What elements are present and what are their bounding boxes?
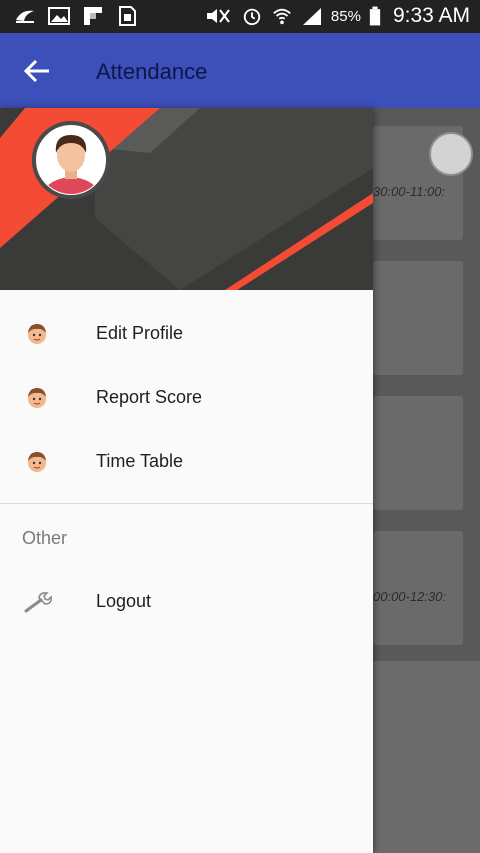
card-time: 00:00-12:30: bbox=[373, 589, 447, 604]
schedule-card bbox=[373, 396, 463, 510]
wifi-icon bbox=[273, 8, 291, 25]
status-time: 9:33 AM bbox=[392, 4, 470, 27]
toggle-switch[interactable] bbox=[429, 132, 473, 176]
bird-icon bbox=[16, 10, 34, 23]
status-bar: 85% 9:33 AM bbox=[0, 0, 480, 33]
drawer-header bbox=[0, 108, 373, 290]
schedule-card: 00:00-12:30: bbox=[373, 531, 463, 645]
drawer-item-label: Time Table bbox=[96, 451, 184, 471]
boy-face-icon bbox=[28, 324, 46, 344]
drawer-item-logout[interactable]: Logout bbox=[0, 569, 373, 633]
flipboard-icon bbox=[84, 7, 102, 25]
drawer-item-edit-profile[interactable]: Edit Profile bbox=[0, 301, 373, 365]
avatar[interactable] bbox=[32, 121, 110, 199]
app-bar: Attendance bbox=[0, 33, 480, 108]
drawer-item-label: Edit Profile bbox=[96, 323, 184, 343]
wrench-icon bbox=[24, 592, 52, 613]
user-avatar-icon bbox=[32, 121, 110, 199]
mute-icon bbox=[206, 9, 230, 23]
drawer-item-label: Report Score bbox=[96, 387, 203, 407]
battery-percent: 85% bbox=[330, 7, 361, 25]
navigation-drawer: Edit Profile Report Score Time Table Oth… bbox=[0, 108, 373, 853]
battery-icon bbox=[369, 6, 381, 26]
boy-face-icon bbox=[28, 452, 46, 472]
signal-icon bbox=[302, 8, 321, 25]
page-title: Attendance bbox=[96, 59, 208, 84]
card-time: 30:00-11:00: bbox=[373, 184, 446, 199]
drawer-item-time-table[interactable]: Time Table bbox=[0, 429, 373, 493]
alarm-icon bbox=[243, 8, 261, 26]
background-lower bbox=[373, 661, 480, 853]
drawer-item-label: Logout bbox=[96, 591, 152, 611]
boy-face-icon bbox=[28, 388, 46, 408]
drawer-divider bbox=[0, 503, 373, 504]
arrow-back-icon[interactable] bbox=[20, 55, 54, 87]
drawer-item-report-score[interactable]: Report Score bbox=[0, 365, 373, 429]
image-icon bbox=[48, 7, 70, 25]
drawer-subheader: Other bbox=[22, 528, 68, 548]
schedule-card bbox=[373, 261, 463, 375]
sim-icon bbox=[119, 6, 136, 26]
